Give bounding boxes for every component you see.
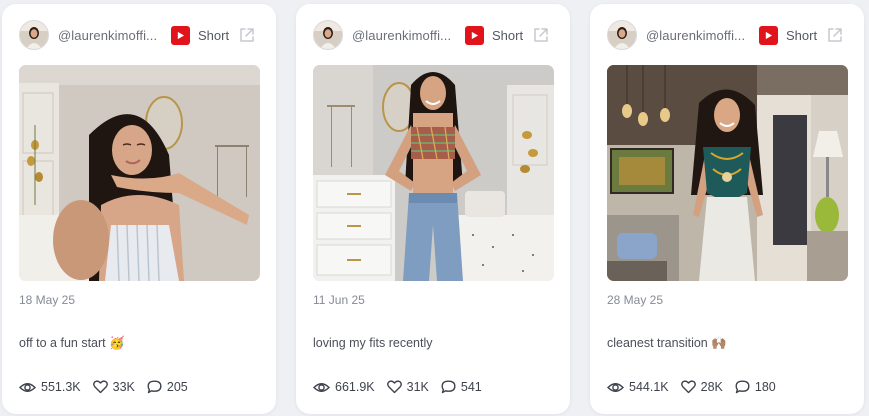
views-count: 544.1K (629, 380, 669, 394)
video-card[interactable]: @laurenkimoffi... Short (296, 4, 570, 414)
views-stat: 551.3K (19, 380, 81, 394)
channel-handle[interactable]: @laurenkimoffi... (352, 28, 456, 43)
eye-icon (19, 382, 36, 392)
external-link-icon[interactable] (238, 26, 256, 44)
publish-date: 11 Jun 25 (313, 293, 365, 307)
publish-date: 18 May 25 (19, 293, 76, 307)
comment-icon (147, 380, 162, 394)
likes-stat: 31K (386, 380, 429, 394)
card-header: @laurenkimoffi... Short (19, 20, 262, 50)
likes-count: 28K (700, 380, 723, 394)
comments-count: 205 (166, 380, 188, 394)
avatar[interactable] (607, 20, 637, 50)
comments-count: 541 (460, 380, 482, 394)
comments-stat: 541 (441, 380, 482, 394)
video-caption: off to a fun start 🥳 (19, 336, 125, 350)
comments-stat: 180 (735, 380, 776, 394)
external-link-icon[interactable] (532, 26, 550, 44)
heart-icon (386, 380, 402, 394)
comment-icon (441, 380, 456, 394)
avatar[interactable] (19, 20, 49, 50)
comments-stat: 205 (147, 380, 188, 394)
avatar[interactable] (313, 20, 343, 50)
video-caption: cleanest transition 🙌🏽 (607, 336, 727, 350)
views-stat: 661.9K (313, 380, 375, 394)
youtube-icon (759, 25, 778, 45)
views-stat: 544.1K (607, 380, 669, 394)
card-header: @laurenkimoffi... Short (313, 20, 556, 50)
channel-handle[interactable]: @laurenkimoffi... (646, 28, 750, 43)
publish-date: 28 May 25 (607, 293, 664, 307)
eye-icon (607, 382, 624, 392)
likes-count: 33K (112, 380, 135, 394)
likes-stat: 33K (92, 380, 135, 394)
comments-count: 180 (754, 380, 776, 394)
content-type-label: Short (786, 27, 818, 43)
youtube-icon (171, 25, 190, 45)
video-thumbnail[interactable] (313, 65, 554, 281)
video-thumbnail[interactable] (19, 65, 260, 281)
views-count: 661.9K (335, 380, 375, 394)
eye-icon (313, 382, 330, 392)
external-link-icon[interactable] (826, 26, 844, 44)
video-card[interactable]: @laurenkimoffi... Short (590, 4, 864, 414)
likes-stat: 28K (680, 380, 723, 394)
views-count: 551.3K (41, 380, 81, 394)
content-type-label: Short (492, 27, 524, 43)
engagement-stats: 661.9K 31K 541 (313, 380, 494, 394)
heart-icon (92, 380, 108, 394)
content-type-label: Short (198, 27, 230, 43)
youtube-icon (465, 25, 484, 45)
heart-icon (680, 380, 696, 394)
video-card-grid: @laurenkimoffi... Short 18 May 25 off to… (0, 0, 869, 416)
likes-count: 31K (406, 380, 429, 394)
engagement-stats: 551.3K 33K 205 (19, 380, 200, 394)
video-card[interactable]: @laurenkimoffi... Short (2, 4, 276, 414)
engagement-stats: 544.1K 28K 180 (607, 380, 788, 394)
card-header: @laurenkimoffi... Short (607, 20, 850, 50)
video-thumbnail[interactable] (607, 65, 848, 281)
channel-handle[interactable]: @laurenkimoffi... (58, 28, 162, 43)
comment-icon (735, 380, 750, 394)
video-caption: loving my fits recently (313, 336, 433, 350)
